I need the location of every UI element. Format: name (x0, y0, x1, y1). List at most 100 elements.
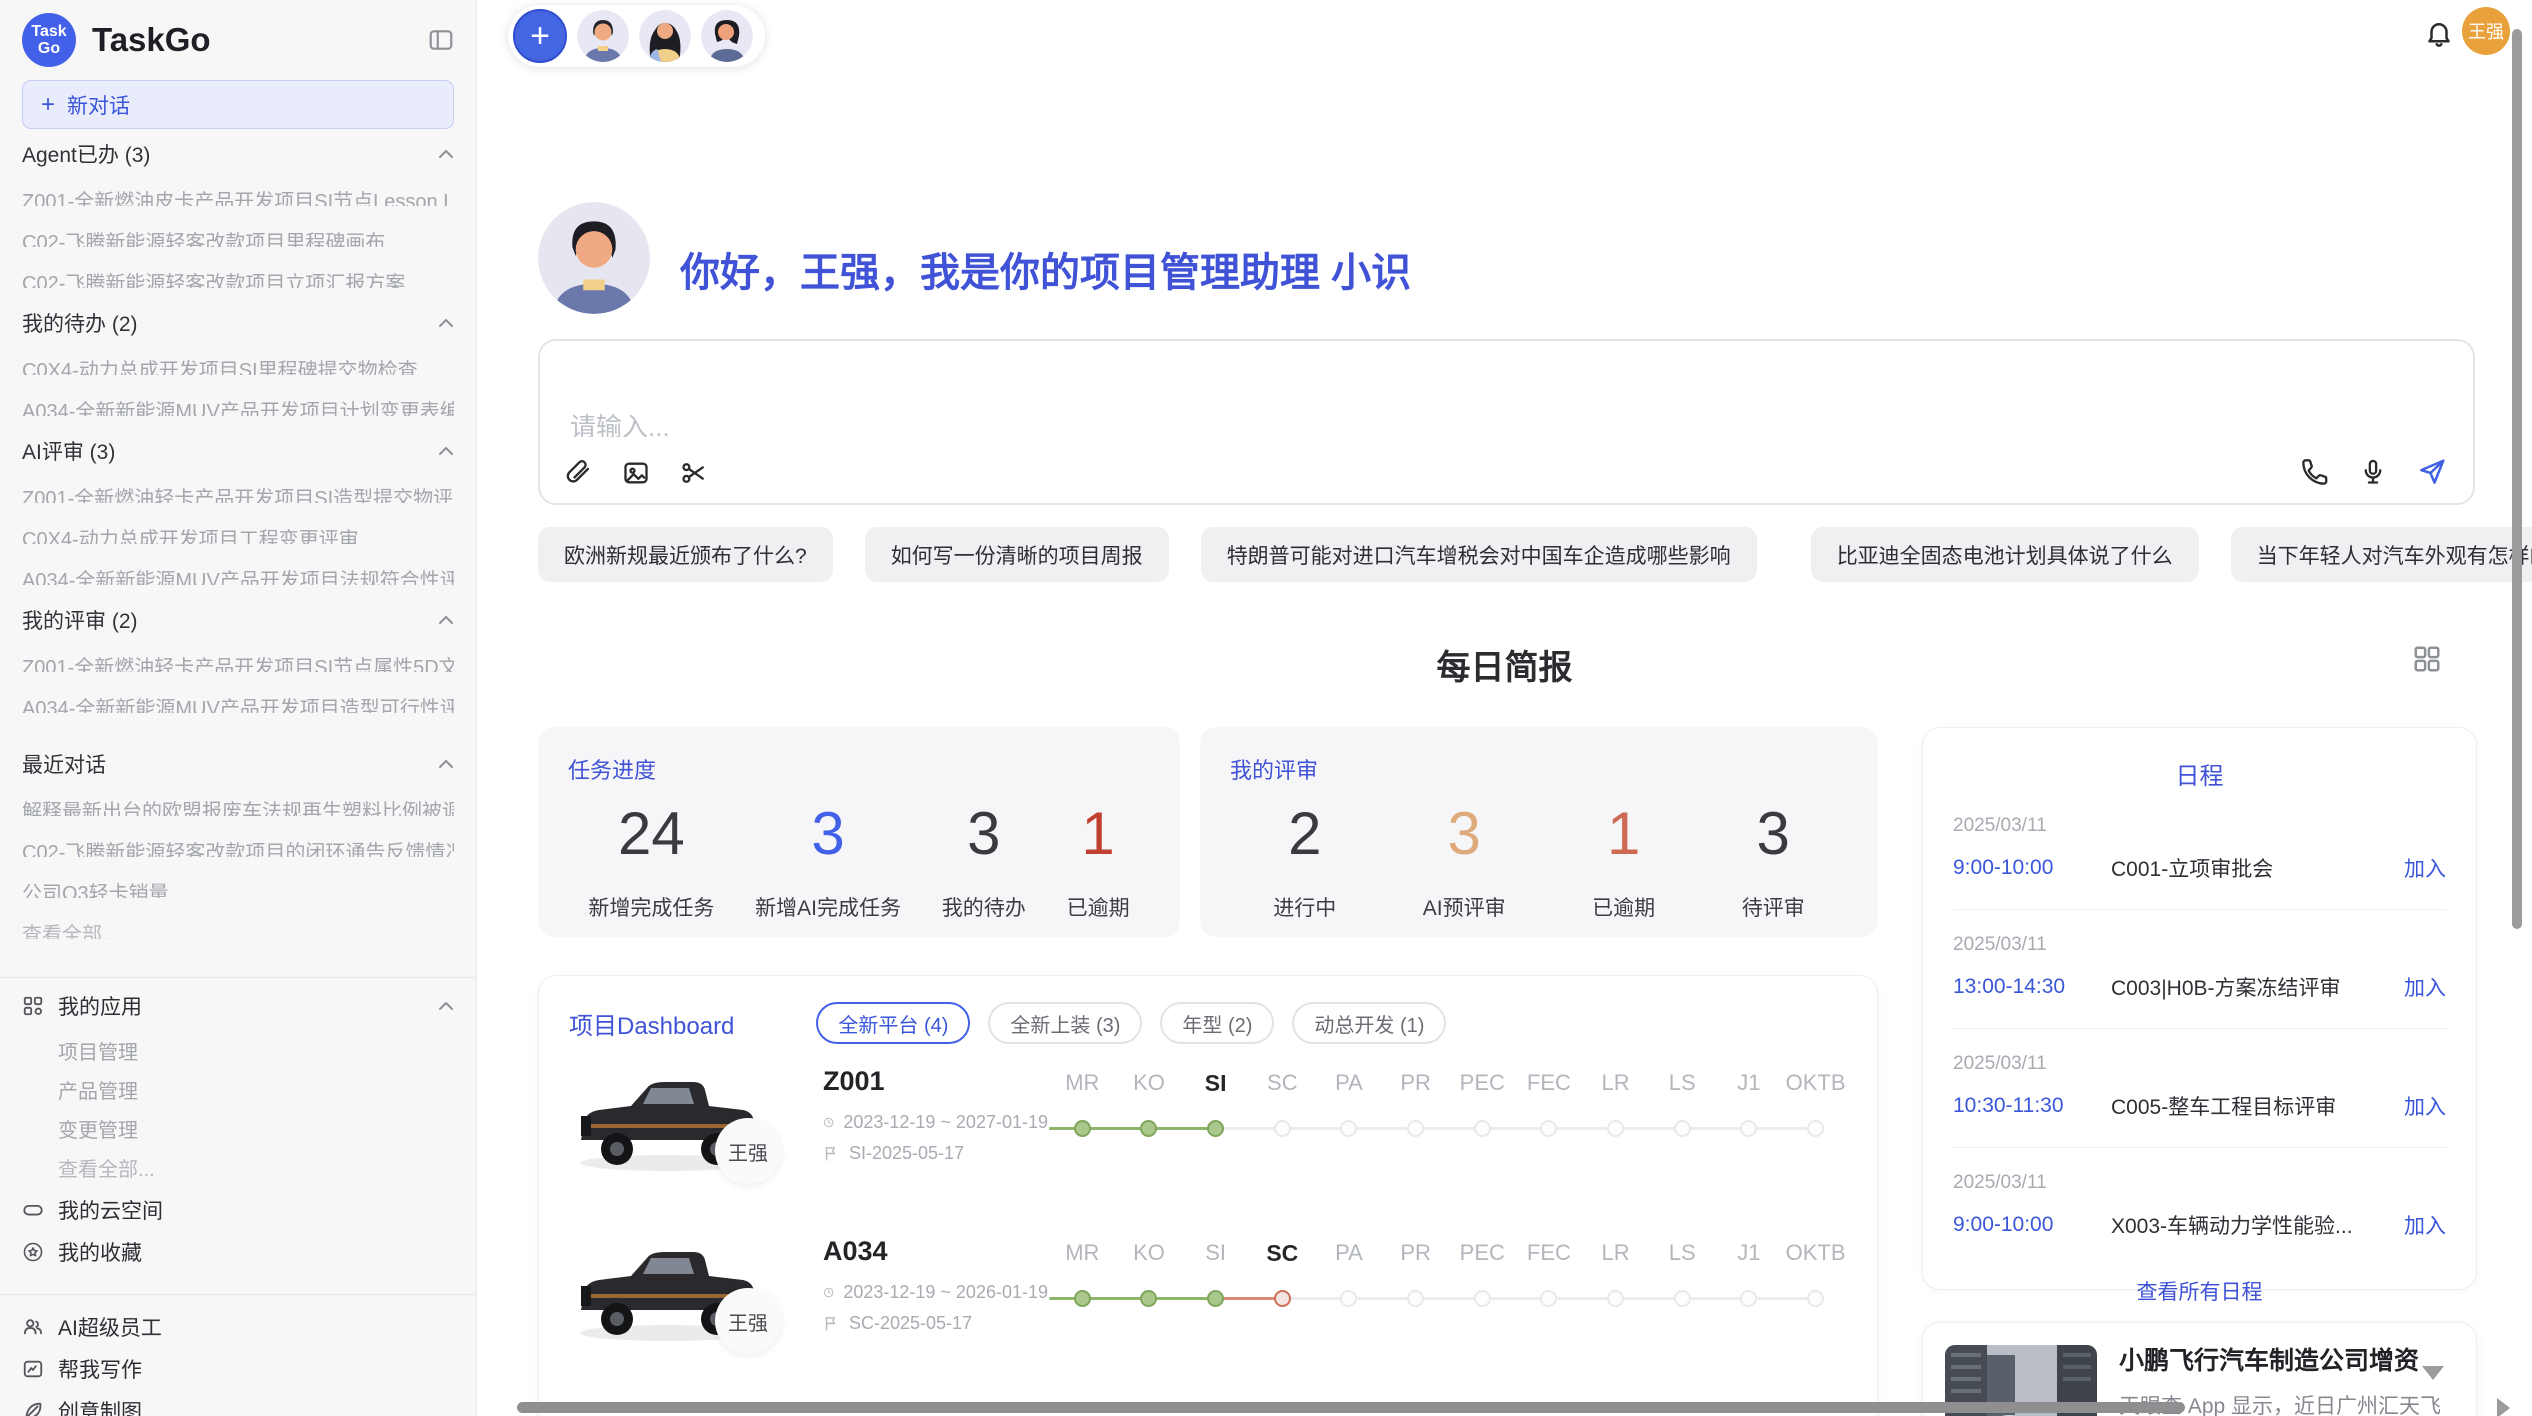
app-change-mgmt[interactable]: 变更管理 (58, 1114, 454, 1135)
suggestion-chip[interactable]: 比亚迪全固态电池计划具体说了什么 (1811, 527, 2199, 582)
project-row-z001[interactable]: 王强 Z001 2023-12-19 ~ 2027-01-19 SI-2025-… (539, 1056, 1877, 1214)
creative-drawing-label: 创意制图 (58, 1396, 142, 1416)
new-chat-button[interactable]: + 新对话 (22, 80, 454, 129)
section-my-todo[interactable]: 我的待办 (2) (22, 312, 454, 334)
quill-pen-icon (22, 1400, 44, 1416)
project-row-a034[interactable]: 王强 A034 2023-12-19 ~ 2026-01-19 SC-2025-… (539, 1226, 1877, 1384)
schedule-event: 2025/03/11 9:00-10:00 X003-车辆动力学性能验... 加… (1953, 1148, 2446, 1266)
section-agent-done[interactable]: Agent已办 (3) (22, 143, 454, 165)
clock-icon (823, 1114, 834, 1131)
news-title: 小鹏飞行汽车制造公司增资 (2119, 1345, 2454, 1378)
scissors-icon[interactable] (680, 459, 708, 487)
section-title: 最近对话 (22, 749, 438, 779)
project-dashboard-card: 项目Dashboard 全新平台 (4) 全新上装 (3) 年型 (2) 动总开… (538, 975, 1878, 1416)
sidebar-header: Task Go TaskGo (22, 12, 454, 68)
sidebar-item[interactable]: Z001-全新燃油皮卡产品开发项目SI节点Lesson Learn报告 (22, 185, 454, 206)
section-ai-review[interactable]: AI评审 (3) (22, 440, 454, 462)
notification-bell-icon[interactable] (2424, 18, 2454, 48)
dashboard-tabs: 全新平台 (4) 全新上装 (3) 年型 (2) 动总开发 (1) (816, 1002, 1446, 1044)
suggestion-chip[interactable]: 如何写一份清晰的项目周报 (865, 527, 1169, 582)
tab-powertrain-dev[interactable]: 动总开发 (1) (1292, 1002, 1446, 1044)
section-title: 我的评审 (2) (22, 605, 438, 635)
send-icon[interactable] (2417, 457, 2447, 487)
logo-line2: Go (38, 40, 60, 57)
clock-icon (823, 1284, 834, 1301)
chevron-up-icon (438, 759, 454, 769)
chevron-up-icon (438, 318, 454, 328)
people-icon (22, 1316, 44, 1338)
scroll-right-arrow[interactable] (2497, 1398, 2510, 1416)
schedule-event: 2025/03/11 10:30-11:30 C005-整车工程目标评审 加入 (1953, 1029, 2446, 1148)
tab-new-upfit[interactable]: 全新上装 (3) (988, 1002, 1142, 1044)
add-chat-button[interactable]: + (513, 9, 567, 63)
scroll-down-arrow[interactable] (2422, 1366, 2444, 1380)
creative-drawing[interactable]: 创意制图 (22, 1399, 454, 1416)
tab-model-year[interactable]: 年型 (2) (1160, 1002, 1274, 1044)
sidebar-item[interactable]: C02-飞腾新能源轻客改款项目里程碑画布 (22, 226, 454, 247)
project-dates: 2023-12-19 ~ 2026-01-19 (823, 1282, 1048, 1303)
view-all-schedule[interactable]: 查看所有日程 (1953, 1276, 2446, 1306)
tab-all-new-platform[interactable]: 全新平台 (4) (816, 1002, 970, 1044)
image-icon[interactable] (622, 459, 650, 487)
sidebar-item[interactable]: C02-飞腾新能源轻客改款项目立项汇报方案 (22, 267, 454, 288)
help-me-write[interactable]: 帮我写作 (22, 1357, 454, 1381)
sidebar-item[interactable]: A034-全新新能源MUV产品开发项目造型可行性评审 (22, 692, 454, 713)
section-recent-chats[interactable]: 最近对话 (22, 753, 454, 775)
app-product-mgmt[interactable]: 产品管理 (58, 1075, 454, 1096)
sidebar-collapse-icon[interactable] (428, 27, 454, 53)
sidebar-item[interactable]: C02-飞腾新能源轻客改款项目的闭环通告反馈情况 (22, 836, 454, 857)
ai-super-staff[interactable]: AI超级员工 (22, 1315, 454, 1339)
suggestion-chip[interactable]: 欧洲新规最近颁布了什么? (538, 527, 833, 582)
suggestion-chip[interactable]: 特朗普可能对进口汽车增税会对中国车企造成哪些影响 (1201, 527, 1757, 582)
sidebar-item[interactable]: Z001-全新燃油轻卡产品开发项目SI造型提交物评审 (22, 482, 454, 503)
avatar[interactable] (577, 10, 629, 62)
my-apps-group[interactable]: 我的应用 (22, 994, 454, 1018)
schedule-event: 2025/03/11 9:00-10:00 C001-立项审批会 加入 (1953, 791, 2446, 910)
join-link[interactable]: 加入 (2404, 972, 2446, 1002)
assistant-avatar (538, 202, 650, 314)
my-favorites[interactable]: 我的收藏 (22, 1240, 454, 1264)
logo-line1: Task (31, 23, 66, 40)
event-name: C003|H0B-方案冻结评审 (2111, 972, 2404, 1002)
sidebar-item[interactable]: A034-全新新能源MUV产品开发项目法规符合性评审 (22, 564, 454, 585)
sidebar-item[interactable]: C0X4-动力总成开发项目工程变更评审 (22, 523, 454, 544)
help-me-write-label: 帮我写作 (58, 1354, 142, 1384)
user-avatar[interactable]: 王强 (2462, 7, 2510, 55)
join-link[interactable]: 加入 (2404, 1091, 2446, 1121)
vertical-scrollbar[interactable] (2512, 29, 2522, 929)
microphone-icon[interactable] (2359, 458, 2387, 486)
chat-input[interactable] (540, 341, 2473, 437)
sidebar-item[interactable]: C0X4-动力总成开发项目SI里程碑提交物检查 (22, 354, 454, 375)
my-cloud-space[interactable]: 我的云空间 (22, 1198, 454, 1222)
sidebar-divider (0, 1294, 476, 1295)
view-all-chats[interactable]: 查看全部... (22, 918, 454, 939)
card-title: 任务进度 (568, 753, 1150, 785)
event-date: 2025/03/11 (1953, 1053, 2446, 1075)
section-my-review[interactable]: 我的评审 (2) (22, 609, 454, 631)
horizontal-scrollbar[interactable] (517, 1402, 2185, 1413)
sidebar-item[interactable]: 公司Q3轻卡销量 (22, 877, 454, 898)
sidebar-item[interactable]: Z001-全新燃油轻卡产品开发项目SI节点属性5D文件评审 (22, 651, 454, 672)
attachment-icon[interactable] (564, 459, 592, 487)
layout-grid-icon[interactable] (2412, 644, 2442, 674)
chevron-up-icon (438, 1001, 454, 1011)
stat: 2进行中 (1273, 799, 1336, 922)
writing-icon (22, 1358, 44, 1380)
suggestion-chip[interactable]: 当下年轻人对汽车外观有怎样的喜好趋势 (2231, 527, 2532, 582)
chevron-up-icon (438, 615, 454, 625)
avatar[interactable] (701, 10, 753, 62)
app-project-mgmt[interactable]: 项目管理 (58, 1036, 454, 1057)
sidebar-item[interactable]: 解释最新出台的欧盟报废车法规再生塑料比例被调至15%... (22, 795, 454, 816)
apps-grid-icon (22, 995, 44, 1017)
view-all-apps[interactable]: 查看全部... (58, 1153, 454, 1174)
join-link[interactable]: 加入 (2404, 1210, 2446, 1240)
sidebar-item[interactable]: A034-全新新能源MUV产品开发项目计划变更表编写 (22, 395, 454, 416)
join-link[interactable]: 加入 (2404, 853, 2446, 883)
avatar[interactable] (639, 10, 691, 62)
favorite-star-icon (22, 1241, 44, 1263)
quick-chat-pill: + (508, 5, 765, 67)
sidebar-divider (0, 977, 476, 978)
event-time: 9:00-10:00 (1953, 1213, 2111, 1237)
section-title: 我的待办 (2) (22, 308, 438, 338)
phone-call-icon[interactable] (2301, 458, 2329, 486)
